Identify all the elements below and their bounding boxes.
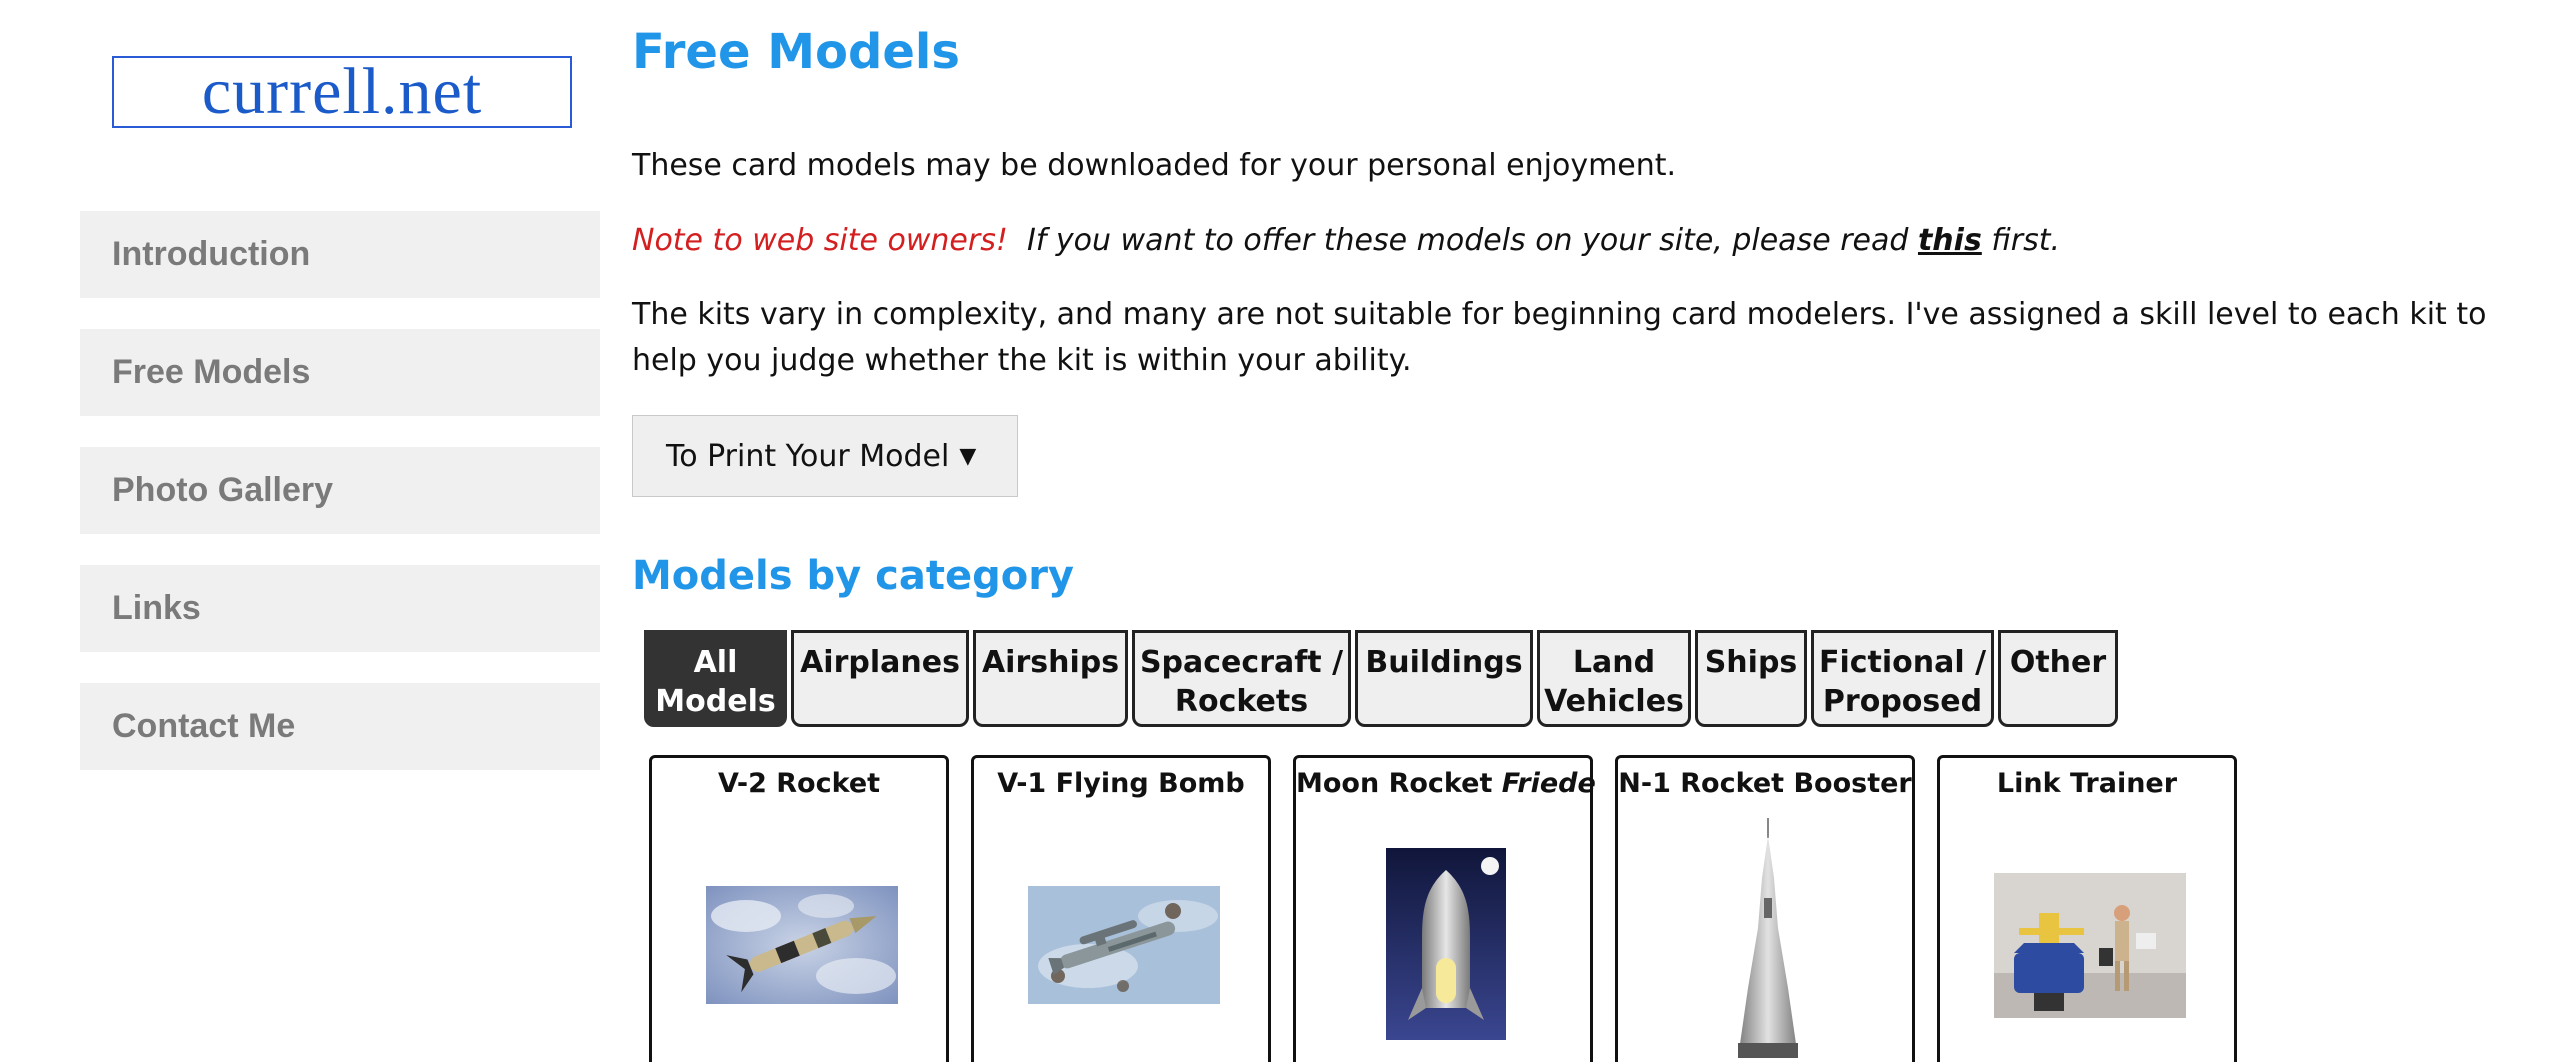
nav-item-introduction[interactable]: Introduction [80, 211, 600, 298]
model-card-n1-rocket-booster[interactable]: N-1 Rocket Booster [1615, 755, 1915, 1062]
tab-fictional-proposed[interactable]: Fictional / Proposed [1811, 630, 1994, 727]
card-title: V-1 Flying Bomb [997, 768, 1245, 799]
page-title: Free Models [632, 24, 960, 80]
nav-item-free-models[interactable]: Free Models [80, 329, 600, 416]
tab-label: Other [2009, 645, 2107, 680]
logo-text: currell.net [201, 55, 483, 128]
model-card-v1-flying-bomb[interactable]: V-1 Flying Bomb [971, 755, 1271, 1062]
site-logo[interactable]: currell.net [112, 56, 572, 128]
link-trainer-image [1994, 873, 2186, 1018]
category-heading: Models by category [632, 553, 1074, 599]
intro-text: These card models may be downloaded for … [632, 148, 1677, 183]
card-title: Moon Rocket Friede [1296, 768, 1596, 799]
card-title: V-2 Rocket [717, 768, 881, 799]
v2-rocket-image [706, 886, 898, 1004]
moon-rocket-image [1386, 848, 1506, 1040]
model-card-link-trainer[interactable]: Link Trainer [1937, 755, 2237, 1062]
tab-label: Vehicles [1544, 684, 1684, 719]
kits-text: The kits vary in complexity, and many ar… [632, 297, 2487, 378]
tab-airplanes[interactable]: Airplanes [791, 630, 969, 727]
tab-ships[interactable]: Ships [1695, 630, 1807, 727]
tab-label: All [693, 645, 738, 680]
note-paragraph: Note to web site owners! If you want to … [632, 218, 2060, 264]
tab-buildings[interactable]: Buildings [1355, 630, 1533, 727]
model-card-moon-rocket-friede[interactable]: Moon Rocket Friede [1293, 755, 1596, 1062]
tab-label: Buildings [1365, 645, 1523, 680]
tab-other[interactable]: Other [1998, 630, 2118, 727]
nav-item-photo-gallery[interactable]: Photo Gallery [80, 447, 600, 534]
tab-spacecraft-rockets[interactable]: Spacecraft / Rockets [1132, 630, 1351, 727]
tab-land-vehicles[interactable]: Land Vehicles [1537, 630, 1691, 727]
tab-label: Land [1572, 645, 1656, 680]
model-card-v2-rocket[interactable]: V-2 Rocket [649, 755, 949, 1062]
sidebar-nav: Introduction Free Models Photo Gallery L… [80, 211, 600, 801]
card-title: Link Trainer [1996, 768, 2178, 799]
caret-down-icon: ▼ [959, 443, 977, 469]
tab-airships[interactable]: Airships [973, 630, 1128, 727]
tab-label: Models [655, 684, 776, 719]
tab-label: Airships [981, 645, 1120, 680]
note-text-after: first. [1991, 223, 2061, 258]
tab-label: Fictional / [1818, 645, 1987, 680]
print-button-label: To Print Your Model [666, 438, 950, 474]
tab-label: Spacecraft / [1139, 645, 1344, 680]
v1-flying-bomb-image [1028, 886, 1220, 1004]
tab-label: Proposed [1822, 684, 1983, 719]
note-label: Note to web site owners! [632, 223, 1008, 258]
card-title: N-1 Rocket Booster [1618, 768, 1912, 799]
tab-label: Airplanes [800, 645, 960, 680]
tab-all-models[interactable]: All Models [644, 630, 787, 727]
print-model-dropdown-button[interactable]: To Print Your Model ▼ [632, 415, 1018, 497]
tab-label: Rockets [1174, 684, 1309, 719]
nav-item-links[interactable]: Links [80, 565, 600, 652]
nav-item-contact-me[interactable]: Contact Me [80, 683, 600, 770]
note-link-this[interactable]: this [1918, 223, 1982, 258]
tab-label: Ships [1704, 645, 1798, 680]
note-text-before: If you want to offer these models on you… [1026, 223, 1909, 258]
n1-rocket-image [1738, 818, 1798, 1058]
